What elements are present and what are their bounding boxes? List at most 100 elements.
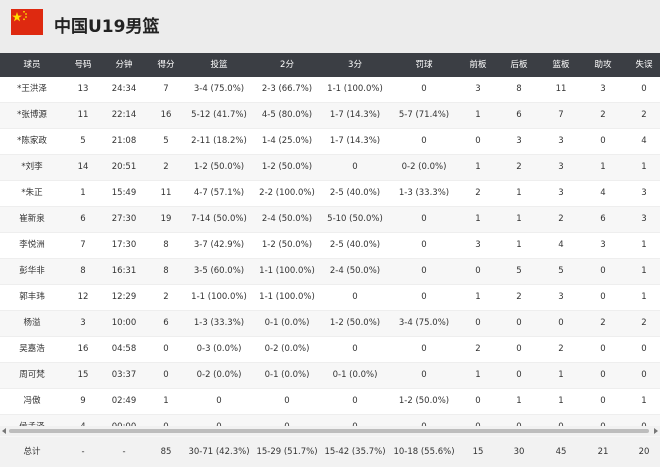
stat-points: 0: [163, 344, 169, 354]
table-row[interactable]: 吴嘉浩 16 04:58 0 0-3 (0.0%) 0-2 (0.0%) 0 0 2 0 2 0 0: [0, 337, 660, 363]
player-name[interactable]: *张博源: [0, 103, 64, 128]
stat-reb: 2: [558, 214, 564, 224]
table-row[interactable]: *陈家政 5 21:08 5 2-11 (18.2%) 1-4 (25.0%) 1-7 (1…: [0, 129, 660, 155]
column-header-off-reb[interactable]: 前板: [460, 53, 496, 77]
table-row[interactable]: *刘李 14 20:51 2 1-2 (50.0%) 1-2 (50.0%) 0 0-2 (0…: [0, 155, 660, 181]
table-row[interactable]: 杨溢 3 10:00 6 1-3 (33.3%) 0-1 (0.0%) 1-2 (50.0%…: [0, 311, 660, 337]
stat-off-reb: 1: [475, 214, 481, 224]
stat-two-pt: 0: [284, 396, 290, 406]
stat-minutes: 04:58: [111, 344, 137, 354]
stat-two-pt: 1-1 (100.0%): [259, 292, 315, 302]
table-row[interactable]: 崔新泉 6 27:30 19 7-14 (50.0%) 2-4 (50.0%) 5-10 (…: [0, 207, 660, 233]
player-name[interactable]: 郭丰玮: [0, 285, 64, 310]
total-ft: 10-18 (55.6%): [393, 447, 455, 457]
stat-tov: 3: [641, 188, 647, 198]
column-header-reb[interactable]: 篮板: [543, 53, 579, 77]
stat-def-reb: 0: [516, 318, 522, 328]
stat-ast: 0: [600, 266, 606, 276]
column-header-ast[interactable]: 助攻: [585, 53, 621, 77]
table-row[interactable]: 李悦洲 7 17:30 8 3-7 (42.9%) 1-2 (50.0%) 2-5 (40.…: [0, 233, 660, 259]
stat-minutes: 16:31: [111, 266, 137, 276]
stat-def-reb: 1: [516, 240, 522, 250]
total-points: 85: [160, 447, 172, 457]
column-header-three-pt[interactable]: 3分: [320, 53, 390, 77]
stat-minutes: 12:29: [111, 292, 137, 302]
column-header-player[interactable]: 球员: [0, 53, 64, 77]
stat-ft: 0: [421, 84, 427, 94]
stat-minutes: 10:00: [111, 318, 137, 328]
stat-def-reb: 2: [516, 292, 522, 302]
scroll-right-arrow-icon[interactable]: [654, 428, 658, 434]
stat-three-pt: 2-5 (40.0%): [329, 188, 381, 198]
column-header-tov[interactable]: 失误: [628, 53, 660, 77]
table-row[interactable]: 周可梵 15 03:37 0 0-2 (0.0%) 0-1 (0.0%) 0-1 (0.0%…: [0, 363, 660, 389]
stat-minutes: 20:51: [111, 162, 137, 172]
stat-off-reb: 0: [475, 318, 481, 328]
total-three-pt: 15-42 (35.7%): [324, 447, 386, 457]
table-row[interactable]: 冯傲 9 02:49 1 0 0 0 1-2 (50.0%) 0 1 1 0 1: [0, 389, 660, 415]
player-name[interactable]: 崔新泉: [0, 207, 64, 232]
player-name[interactable]: 吴嘉浩: [0, 337, 64, 362]
player-name[interactable]: *朱正: [0, 181, 64, 206]
stat-def-reb: 8: [516, 84, 522, 94]
stat-three-pt: 2-5 (40.0%): [329, 240, 381, 250]
stat-fg: 2-11 (18.2%): [191, 136, 247, 146]
stat-def-reb: 1: [516, 188, 522, 198]
column-header-ft[interactable]: 罚球: [389, 53, 459, 77]
stat-off-reb: 3: [475, 84, 481, 94]
team-name: 中国U19男篮: [54, 17, 160, 37]
scrollbar-thumb[interactable]: [9, 429, 649, 433]
table-row[interactable]: 郭丰玮 12 12:29 2 1-1 (100.0%) 1-1 (100.0%) 0 0 1 2 3…: [0, 285, 660, 311]
column-header-two-pt[interactable]: 2分: [254, 53, 320, 77]
stat-ast: 2: [600, 110, 606, 120]
player-name[interactable]: 杨溢: [0, 311, 64, 336]
stat-points: 6: [163, 318, 169, 328]
stat-fg: 5-12 (41.7%): [191, 110, 247, 120]
column-header-def-reb[interactable]: 后板: [501, 53, 537, 77]
stat-tov: 0: [641, 84, 647, 94]
stat-tov: 1: [641, 292, 647, 302]
column-header-fg[interactable]: 投篮: [184, 53, 254, 77]
player-name[interactable]: 李悦洲: [0, 233, 64, 258]
stat-number: 1: [80, 188, 86, 198]
stat-off-reb: 0: [475, 136, 481, 146]
player-name[interactable]: *陈家政: [0, 129, 64, 154]
table-row[interactable]: *王洪泽 13 24:34 7 3-4 (75.0%) 2-3 (66.7%) 1-1 (1…: [0, 77, 660, 103]
column-header-minutes[interactable]: 分钟: [102, 53, 146, 77]
stat-number: 8: [80, 266, 86, 276]
stat-two-pt: 1-2 (50.0%): [261, 240, 313, 250]
stat-ft: 0: [421, 266, 427, 276]
scroll-left-arrow-icon[interactable]: [2, 428, 6, 434]
table-row[interactable]: 彭华非 8 16:31 8 3-5 (60.0%) 1-1 (100.0%) 2-4 (50…: [0, 259, 660, 285]
stat-def-reb: 3: [516, 136, 522, 146]
stat-ft: 5-7 (71.4%): [398, 110, 450, 120]
stat-ft: 1-2 (50.0%): [398, 396, 450, 406]
stat-off-reb: 2: [475, 344, 481, 354]
stat-ft: 1-3 (33.3%): [398, 188, 450, 198]
stat-tov: 1: [641, 396, 647, 406]
column-header-points[interactable]: 得分: [148, 53, 184, 77]
player-name[interactable]: 周可梵: [0, 363, 64, 388]
stat-def-reb: 0: [516, 370, 522, 380]
stat-points: 2: [163, 292, 169, 302]
table-row[interactable]: *朱正 1 15:49 11 4-7 (57.1%) 2-2 (100.0%) 2-5 (4…: [0, 181, 660, 207]
player-name[interactable]: *刘李: [0, 155, 64, 180]
stat-reb: 3: [558, 188, 564, 198]
horizontal-scrollbar[interactable]: [0, 426, 660, 436]
stat-fg: 0-3 (0.0%): [196, 344, 242, 354]
stat-def-reb: 5: [516, 266, 522, 276]
stat-off-reb: 3: [475, 240, 481, 250]
stat-points: 1: [163, 396, 169, 406]
table-row[interactable]: *张博源 11 22:14 16 5-12 (41.7%) 4-5 (80.0%) 1-7 …: [0, 103, 660, 129]
stat-ft: 3-4 (75.0%): [398, 318, 450, 328]
player-name[interactable]: *王洪泽: [0, 77, 64, 102]
stat-off-reb: 0: [475, 396, 481, 406]
player-name[interactable]: 彭华非: [0, 259, 64, 284]
stat-ast: 2: [600, 318, 606, 328]
stat-minutes: 27:30: [111, 214, 137, 224]
stat-fg: 7-14 (50.0%): [191, 214, 247, 224]
column-header-number[interactable]: 号码: [65, 53, 101, 77]
stat-ft: 0: [421, 136, 427, 146]
player-name[interactable]: 冯傲: [0, 389, 64, 414]
stat-off-reb: 2: [475, 188, 481, 198]
